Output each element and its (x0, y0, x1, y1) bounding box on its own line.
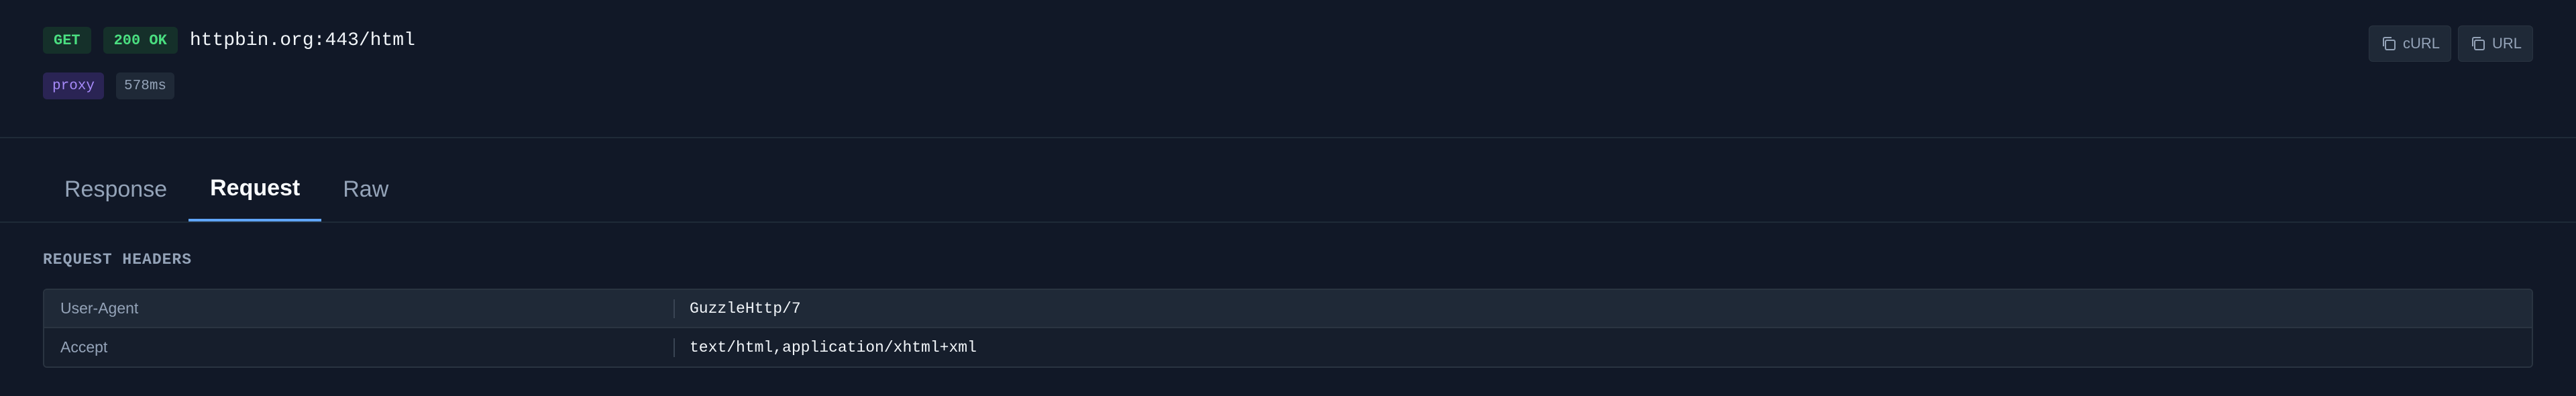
request-line: GET 200 OK httpbin.org:443/html (43, 27, 415, 54)
tab-response[interactable]: Response (43, 161, 189, 221)
tab-request[interactable]: Request (189, 161, 322, 221)
header-key: Accept (44, 338, 675, 357)
request-headers-table: User-Agent GuzzleHttp/7 Accept text/html… (43, 289, 2533, 368)
header-value: text/html,application/xhtml+xml (690, 338, 977, 356)
detail-tabs: Response Request Raw (43, 161, 410, 221)
table-row: User-Agent GuzzleHttp/7 (44, 290, 2532, 328)
tabs-divider (0, 221, 2576, 223)
header-value: GuzzleHttp/7 (690, 299, 801, 317)
table-row: Accept text/html,application/xhtml+xml (44, 328, 2532, 366)
method-badge: GET (43, 27, 91, 54)
status-badge: 200 OK (103, 27, 178, 54)
copy-url-button[interactable]: URL (2457, 26, 2533, 62)
header-key: User-Agent (44, 299, 675, 318)
request-url: httpbin.org:443/html (189, 30, 415, 51)
copy-url-label: URL (2491, 35, 2522, 52)
section-title: REQUEST HEADERS (43, 251, 193, 268)
copy-curl-label: cURL (2402, 35, 2440, 52)
copy-icon (2469, 35, 2487, 52)
copy-curl-button[interactable]: cURL (2368, 26, 2451, 62)
copy-icon (2380, 35, 2398, 52)
header-actions: cURL URL (2362, 26, 2533, 62)
request-summary-header: GET 200 OK httpbin.org:443/html proxy 57… (0, 0, 2576, 138)
request-detail-panel: GET 200 OK httpbin.org:443/html proxy 57… (0, 0, 2576, 396)
duration-badge: 578ms (116, 72, 175, 99)
proxy-tag-badge: proxy (43, 72, 105, 99)
request-meta: proxy 578ms (43, 72, 175, 99)
tab-raw[interactable]: Raw (321, 161, 410, 221)
